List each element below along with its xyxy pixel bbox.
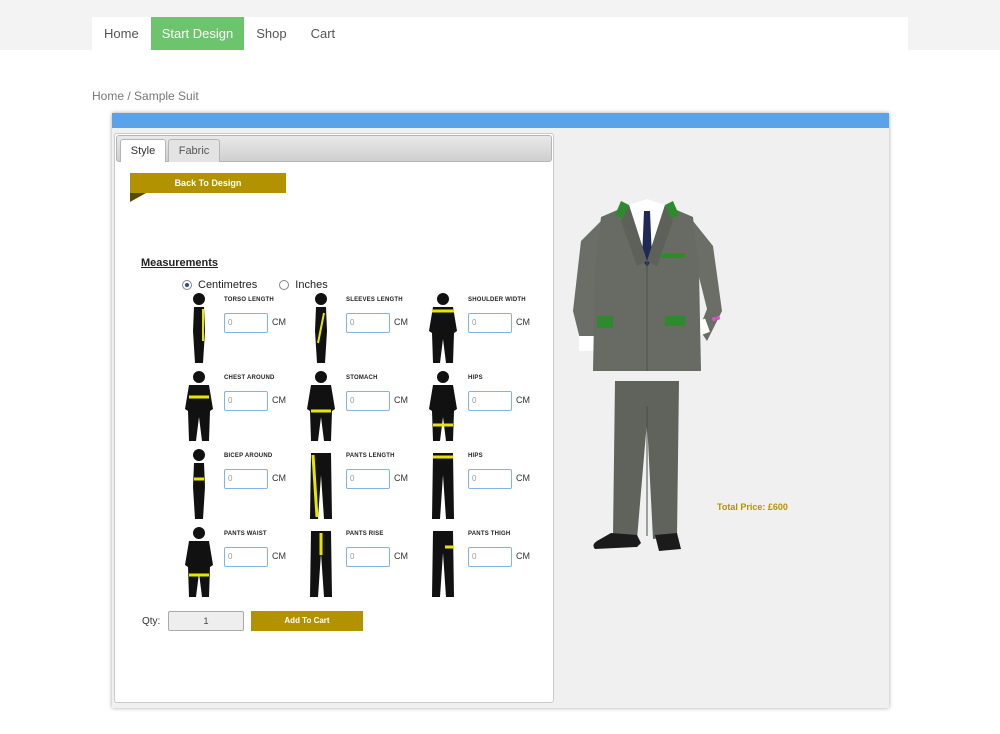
- measurement-unit: CM: [516, 551, 530, 561]
- measurement-cell: HIPS 0 CM: [421, 369, 543, 447]
- measurement-cell: PANTS LENGTH 0 CM: [299, 447, 421, 525]
- breadcrumb-separator: /: [124, 89, 135, 103]
- measurement-label: CHEST AROUND: [224, 375, 275, 381]
- total-price: Total Price: £600: [717, 502, 788, 512]
- measurement-input[interactable]: 0: [468, 547, 512, 567]
- breadcrumb: Home / Sample Suit: [92, 89, 199, 103]
- measurement-input[interactable]: 0: [224, 313, 268, 333]
- pants-rise-figure-icon: [299, 525, 343, 597]
- measurement-unit: CM: [394, 395, 408, 405]
- pants-length-figure-icon: [299, 447, 343, 519]
- nav-cart[interactable]: Cart: [299, 17, 348, 50]
- main-nav: Home Start Design Shop Cart: [92, 17, 908, 50]
- measurement-cell: BICEP AROUND 0 CM: [177, 447, 299, 525]
- measurements-title: Measurements: [141, 257, 219, 269]
- measurement-label: PANTS RISE: [346, 531, 384, 537]
- measurement-input[interactable]: 0: [468, 469, 512, 489]
- measurement-input[interactable]: 0: [468, 313, 512, 333]
- measurement-label: PANTS THIGH: [468, 531, 511, 537]
- options-panel: Style Fabric Back To Design Measurements…: [114, 133, 554, 703]
- chest-around-figure-icon: [177, 369, 221, 441]
- measurement-cell: STOMACH 0 CM: [299, 369, 421, 447]
- breadcrumb-current: Sample Suit: [134, 89, 199, 103]
- measurement-input[interactable]: 0: [224, 469, 268, 489]
- measurement-input[interactable]: 0: [468, 391, 512, 411]
- measurement-cell: HIPS 0 CM: [421, 447, 543, 525]
- measurement-input[interactable]: 0: [346, 313, 390, 333]
- pants-thigh-figure-icon: [421, 525, 465, 597]
- measurement-input[interactable]: 0: [224, 391, 268, 411]
- nav-shop[interactable]: Shop: [244, 17, 298, 50]
- qty-label: Qty:: [142, 616, 161, 627]
- measurement-unit: CM: [516, 395, 530, 405]
- measurement-label: PANTS LENGTH: [346, 453, 395, 459]
- measurement-input[interactable]: 0: [224, 547, 268, 567]
- measurement-cell: SLEEVES LENGTH 0 CM: [299, 291, 421, 369]
- measurement-label: SHOULDER WIDTH: [468, 297, 526, 303]
- measurement-input[interactable]: 0: [346, 469, 390, 489]
- inches-label: Inches: [295, 279, 328, 291]
- tab-bar: Style Fabric: [116, 135, 552, 162]
- torso-length-figure-icon: [177, 291, 221, 363]
- unit-selector: Centimetres Inches: [182, 279, 350, 291]
- centimetres-label: Centimetres: [198, 279, 258, 291]
- measurement-unit: CM: [394, 317, 408, 327]
- qty-input[interactable]: 1: [168, 611, 244, 631]
- measurement-label: HIPS: [468, 375, 483, 381]
- sleeves-length-figure-icon: [299, 291, 343, 363]
- hips-legs-figure-icon: [421, 447, 465, 519]
- hips-figure-icon: [421, 369, 465, 441]
- measurement-unit: CM: [272, 551, 286, 561]
- measurement-unit: CM: [272, 317, 286, 327]
- measurement-label: BICEP AROUND: [224, 453, 273, 459]
- measurement-unit: CM: [394, 551, 408, 561]
- tab-fabric[interactable]: Fabric: [168, 139, 220, 162]
- measurement-label: HIPS: [468, 453, 483, 459]
- measurement-cell: PANTS RISE 0 CM: [299, 525, 421, 603]
- measurement-label: SLEEVES LENGTH: [346, 297, 403, 303]
- suit-designer: Style Fabric Back To Design Measurements…: [112, 113, 889, 708]
- ribbon-fold: [130, 193, 146, 202]
- centimetres-radio[interactable]: [182, 280, 192, 290]
- inches-radio[interactable]: [279, 280, 290, 290]
- bicep-around-figure-icon: [177, 447, 221, 519]
- measurement-unit: CM: [272, 473, 286, 483]
- measurement-cell: SHOULDER WIDTH 0 CM: [421, 291, 543, 369]
- shoulder-width-figure-icon: [421, 291, 465, 363]
- nav-start-design[interactable]: Start Design: [150, 17, 245, 50]
- measurement-cell: CHEST AROUND 0 CM: [177, 369, 299, 447]
- breadcrumb-home[interactable]: Home: [92, 89, 124, 103]
- measurement-label: STOMACH: [346, 375, 378, 381]
- stomach-figure-icon: [299, 369, 343, 441]
- measurement-unit: CM: [394, 473, 408, 483]
- back-to-design-button[interactable]: Back To Design: [130, 173, 286, 193]
- measurement-label: TORSO LENGTH: [224, 297, 274, 303]
- measurement-unit: CM: [272, 395, 286, 405]
- nav-home[interactable]: Home: [92, 17, 151, 50]
- measurement-input[interactable]: 0: [346, 547, 390, 567]
- measurement-input[interactable]: 0: [346, 391, 390, 411]
- suit-preview-icon: [573, 199, 722, 551]
- tab-style[interactable]: Style: [120, 139, 166, 162]
- measurement-cell: TORSO LENGTH 0 CM: [177, 291, 299, 369]
- designer-header-bar: [112, 113, 889, 128]
- measurement-unit: CM: [516, 473, 530, 483]
- measurement-unit: CM: [516, 317, 530, 327]
- pants-waist-figure-icon: [177, 525, 221, 597]
- measurement-label: PANTS WAIST: [224, 531, 267, 537]
- add-to-cart-button[interactable]: Add To Cart: [251, 611, 363, 631]
- measurement-cell: PANTS THIGH 0 CM: [421, 525, 543, 603]
- measurement-cell: PANTS WAIST 0 CM: [177, 525, 299, 603]
